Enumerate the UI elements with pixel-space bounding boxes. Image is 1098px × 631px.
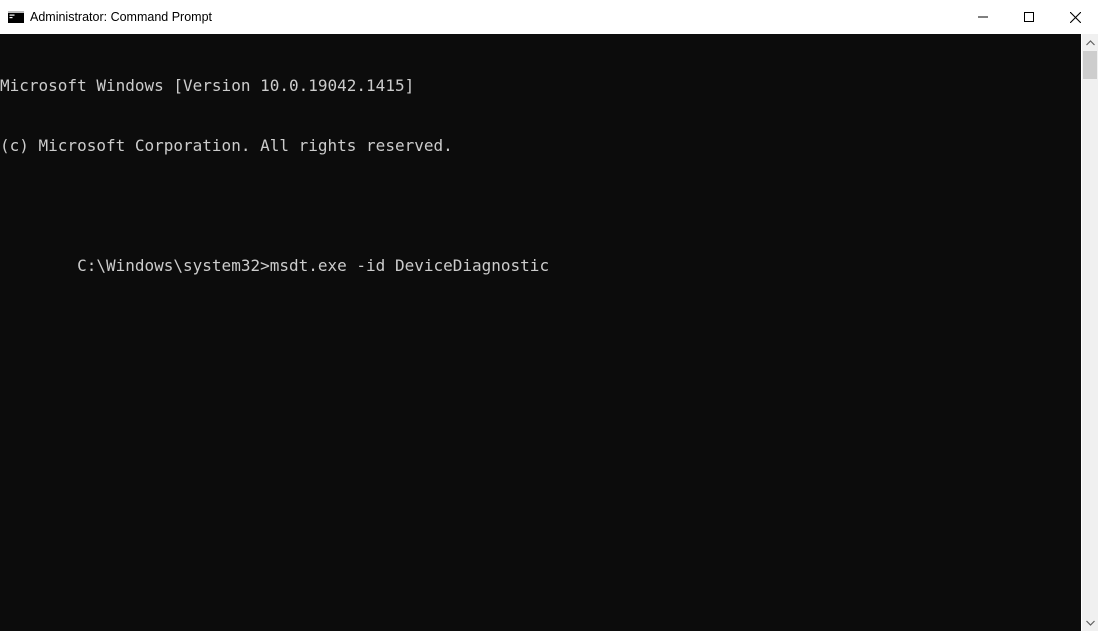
maximize-icon: [1024, 12, 1034, 22]
vertical-scrollbar[interactable]: [1081, 34, 1098, 631]
titlebar[interactable]: Administrator: Command Prompt: [0, 0, 1098, 34]
minimize-icon: [978, 12, 988, 22]
window-controls: [960, 0, 1098, 34]
window-title: Administrator: Command Prompt: [30, 10, 960, 24]
window-frame: Administrator: Command Prompt: [0, 0, 1098, 631]
chevron-down-icon: [1086, 620, 1095, 626]
cmd-icon: [8, 9, 24, 25]
scroll-down-button[interactable]: [1082, 614, 1098, 631]
minimize-button[interactable]: [960, 0, 1006, 34]
scroll-track[interactable]: [1082, 51, 1098, 614]
close-button[interactable]: [1052, 0, 1098, 34]
terminal-prompt: C:\Windows\system32>: [77, 256, 270, 275]
maximize-button[interactable]: [1006, 0, 1052, 34]
terminal-area[interactable]: Microsoft Windows [Version 10.0.19042.14…: [0, 34, 1081, 631]
scroll-thumb[interactable]: [1083, 51, 1097, 79]
terminal-line-copyright: (c) Microsoft Corporation. All rights re…: [0, 136, 1081, 156]
terminal-command: msdt.exe -id DeviceDiagnostic: [270, 256, 549, 275]
terminal-line-version: Microsoft Windows [Version 10.0.19042.14…: [0, 76, 1081, 96]
scroll-up-button[interactable]: [1082, 34, 1098, 51]
chevron-up-icon: [1086, 40, 1095, 46]
close-icon: [1070, 12, 1081, 23]
window-body: Microsoft Windows [Version 10.0.19042.14…: [0, 34, 1098, 631]
terminal-prompt-line: C:\Windows\system32>msdt.exe -id DeviceD…: [0, 236, 1081, 296]
